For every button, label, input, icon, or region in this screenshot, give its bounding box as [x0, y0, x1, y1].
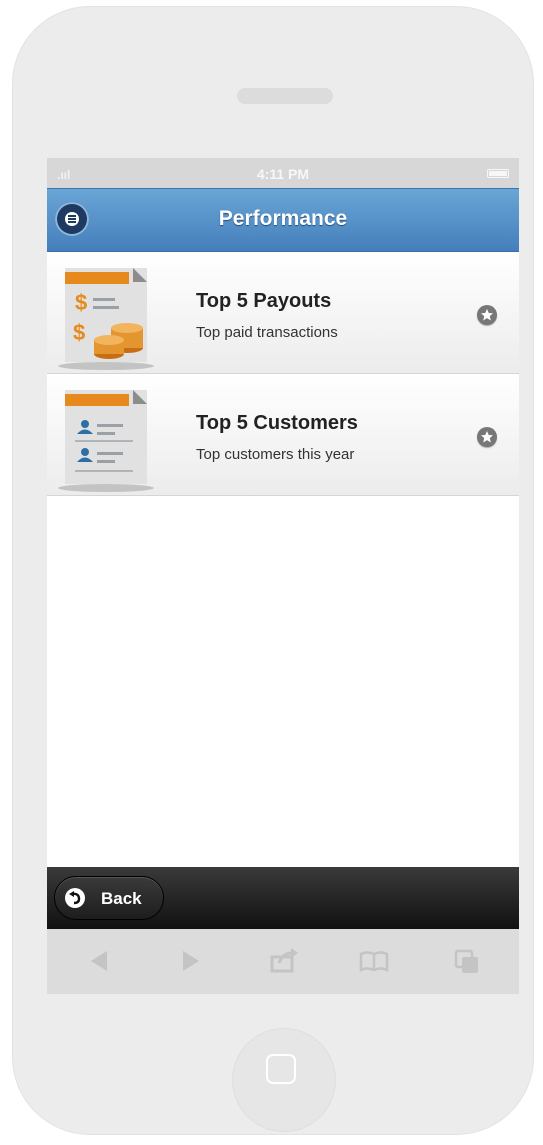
home-square-icon [266, 1054, 296, 1084]
footer-bar: Back [47, 867, 519, 929]
item-title: Top 5 Payouts [196, 290, 332, 312]
payouts-document-icon: $ $ [58, 268, 154, 370]
back-label: Back [101, 889, 142, 908]
bookmarks-icon[interactable] [357, 945, 391, 977]
screen: .ııl 4:11 PM Performance $ $ Top 5 Payou… [47, 158, 519, 994]
tabs-icon[interactable] [450, 945, 484, 977]
status-bar: .ııl 4:11 PM [47, 158, 519, 188]
back-arrow-icon[interactable] [83, 945, 117, 977]
item-subtitle: Top customers this year [196, 446, 355, 463]
share-icon[interactable] [267, 945, 301, 977]
page-title: Performance [218, 207, 348, 230]
report-list: $ $ Top 5 Payouts Top paid transactions [47, 252, 519, 496]
list-item-top-payouts[interactable]: $ $ Top 5 Payouts Top paid transactions [47, 252, 519, 374]
item-subtitle: Top paid transactions [196, 324, 338, 341]
list-item-top-customers[interactable]: Top 5 Customers Top customers this year [47, 374, 519, 496]
forward-arrow-icon[interactable] [173, 945, 207, 977]
header-bar: Performance [47, 188, 519, 252]
star-icon[interactable] [477, 427, 497, 447]
item-title: Top 5 Customers [196, 412, 358, 434]
customers-document-icon [58, 390, 154, 492]
browser-toolbar [47, 929, 519, 994]
svg-text:$: $ [73, 320, 85, 345]
svg-text:$: $ [75, 290, 87, 315]
back-button[interactable]: Back [54, 876, 164, 920]
phone-speaker [237, 88, 333, 104]
star-icon[interactable] [477, 305, 497, 325]
status-time: 4:11 PM [256, 166, 310, 182]
battery-icon [487, 169, 509, 178]
back-arrow-icon [65, 888, 85, 908]
